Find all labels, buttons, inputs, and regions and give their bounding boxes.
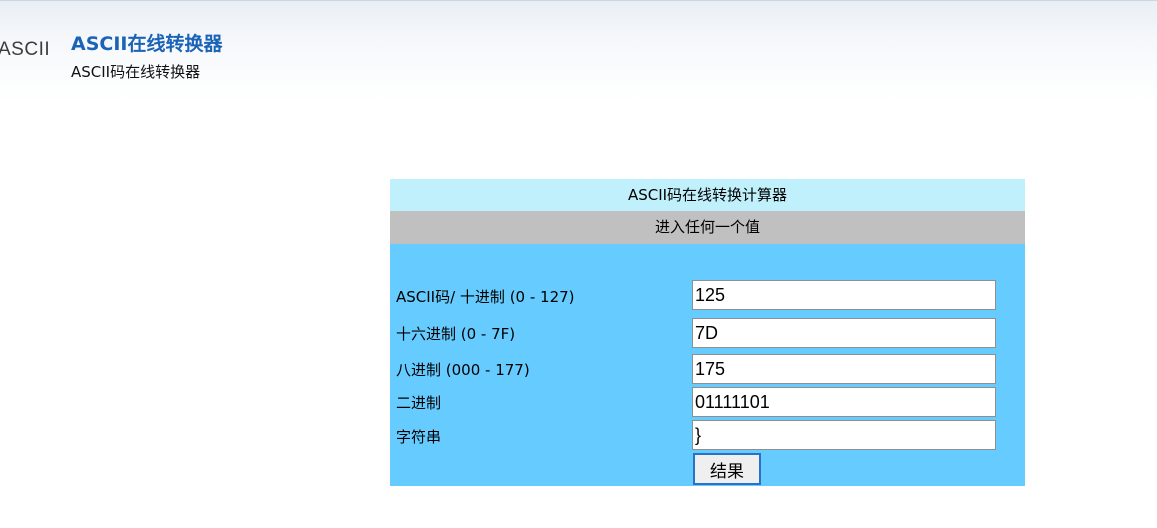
binary-input[interactable] (692, 387, 996, 417)
site-title[interactable]: ASCII在线转换器 (71, 29, 222, 56)
converter-subtitle: 进入任何一个值 (390, 211, 1025, 244)
string-label: 字符串 (396, 428, 442, 446)
hex-input[interactable] (692, 318, 996, 348)
binary-label: 二进制 (396, 394, 442, 412)
site-subtitle: ASCII码在线转换器 (71, 63, 201, 81)
string-input[interactable] (692, 420, 996, 450)
decimal-label: ASCII码/ 十进制 (0 - 127) (396, 288, 575, 306)
ascii-converter-panel: ASCII码在线转换计算器 进入任何一个值 ASCII码/ 十进制 (0 - 1… (390, 179, 1025, 486)
converter-form: ASCII码/ 十进制 (0 - 127) 十六进制 (0 - 7F) 八进制 … (390, 244, 1025, 486)
decimal-input[interactable] (692, 280, 996, 310)
site-logo[interactable]: ASCII (0, 39, 50, 61)
result-button[interactable]: 结果 (693, 453, 761, 485)
octal-input[interactable] (692, 354, 996, 384)
hex-label: 十六进制 (0 - 7F) (396, 325, 516, 343)
octal-label: 八进制 (000 - 177) (396, 361, 530, 379)
converter-title: ASCII码在线转换计算器 (390, 179, 1025, 211)
site-header: ASCII ASCII在线转换器 ASCII码在线转换器 (0, 0, 1157, 100)
